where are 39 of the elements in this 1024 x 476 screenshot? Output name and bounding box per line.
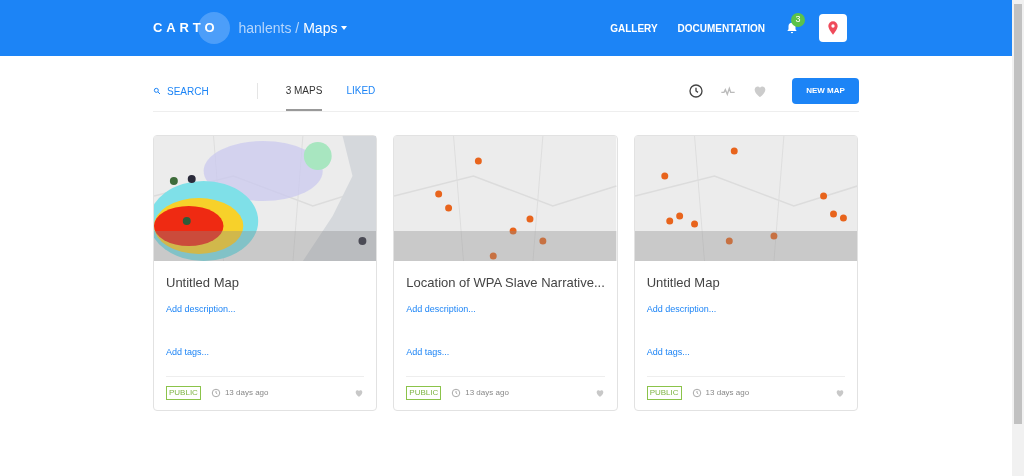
heart-icon[interactable] (835, 388, 845, 398)
tab[interactable]: LIKED (346, 71, 376, 111)
tags-link[interactable]: Add tags... (166, 346, 365, 360)
nav-link[interactable]: DOCUMENTATION (677, 20, 765, 36)
new-map-button[interactable]: NEW MAP (792, 78, 859, 104)
map-card[interactable]: Location of WPA Slave Narrative... Add description... Add tags... PUBLIC 13 days ago (393, 135, 618, 411)
tags-link[interactable]: Add tags... (646, 346, 845, 360)
description-link[interactable]: Add description... (646, 302, 845, 316)
section-dropdown[interactable]: Maps (303, 17, 348, 39)
description-link[interactable]: Add description... (166, 302, 365, 316)
privacy-tag: PUBLIC (406, 386, 442, 400)
clock-icon (210, 388, 221, 398)
heart-icon[interactable] (594, 388, 605, 398)
tags-link[interactable]: Add tags... (406, 346, 605, 360)
tab[interactable]: 3 MAPS (285, 71, 323, 111)
privacy-tag: PUBLIC (646, 386, 682, 400)
username[interactable]: hanlents / (238, 17, 300, 39)
clock-icon (451, 388, 462, 398)
logo[interactable]: CARTO (153, 18, 219, 38)
card-title[interactable]: Untitled Map (166, 273, 365, 293)
clock-icon (691, 388, 702, 398)
map-card[interactable]: Untitled Map Add description... Add tags... PUBLIC 13 days ago (633, 135, 858, 411)
privacy-tag: PUBLIC (166, 386, 201, 400)
card-title[interactable]: Untitled Map (646, 273, 845, 293)
timestamp: 13 days ago (224, 387, 269, 399)
notification-badge: 3 (791, 13, 805, 27)
card-title[interactable]: Location of WPA Slave Narrative... (406, 273, 605, 293)
clock-icon[interactable] (688, 83, 704, 99)
scrollbar[interactable] (1012, 0, 1024, 476)
search-icon (153, 87, 161, 95)
avatar[interactable] (819, 14, 847, 42)
map-card[interactable]: Untitled Map Add description... Add tags... PUBLIC 13 days ago (153, 135, 378, 411)
timestamp: 13 days ago (705, 387, 750, 399)
nav-link[interactable]: GALLERY (610, 20, 658, 36)
description-link[interactable]: Add description... (406, 302, 605, 316)
timestamp: 13 days ago (465, 387, 509, 399)
caret-icon (341, 26, 348, 30)
search-button[interactable]: SEARCH (153, 83, 209, 99)
heart-icon[interactable] (354, 388, 365, 398)
